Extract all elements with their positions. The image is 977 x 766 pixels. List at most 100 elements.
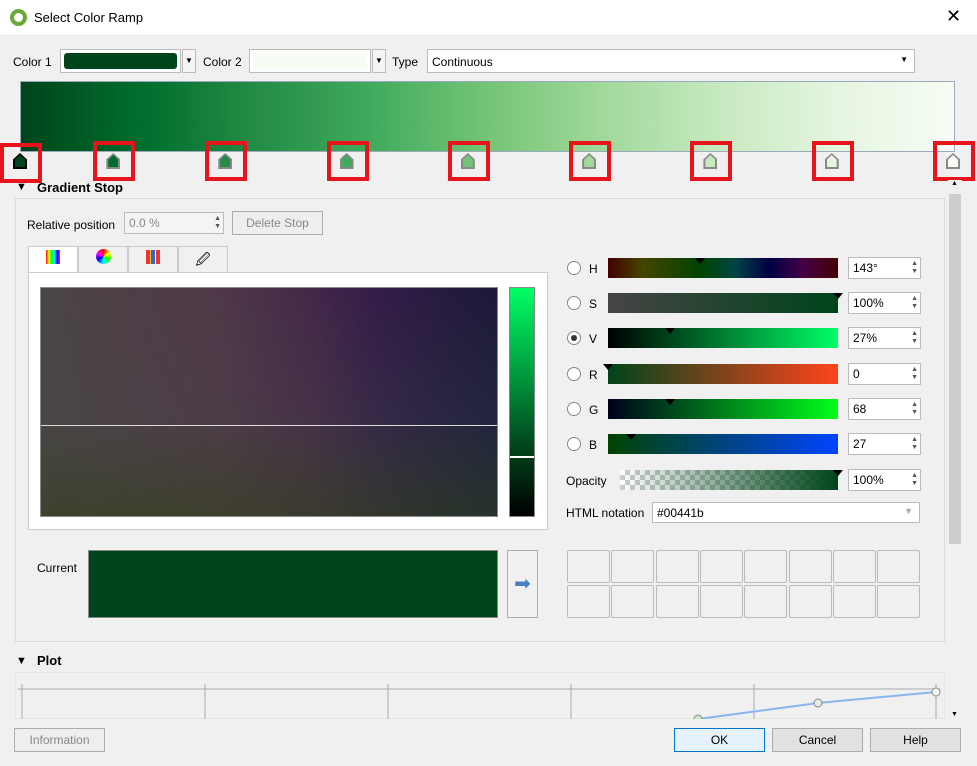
slider-handle[interactable]	[833, 293, 843, 300]
swatch-slot[interactable]	[744, 550, 788, 583]
swatch-slot[interactable]	[832, 584, 876, 618]
swatch-slot[interactable]	[655, 550, 699, 583]
color1-dropdown[interactable]: ▼	[182, 49, 196, 73]
color-area[interactable]	[40, 287, 498, 517]
swatch-slot[interactable]	[655, 584, 699, 618]
channel-g-label: G	[589, 402, 599, 417]
color1-button[interactable]	[60, 49, 181, 73]
channel-v-label: V	[589, 332, 598, 347]
channel-s-input[interactable]: 100% ▲ ▼	[848, 292, 921, 315]
swatch-grid-icon	[146, 250, 160, 264]
swatch-slot[interactable]	[699, 550, 743, 583]
swatch-slot[interactable]	[611, 584, 655, 618]
color2-label: Color 2	[203, 55, 242, 69]
close-icon[interactable]: ✕	[946, 6, 961, 27]
swatch-slot[interactable]	[744, 584, 788, 618]
channel-h-radio[interactable]	[567, 261, 581, 275]
slider-handle[interactable]	[695, 258, 705, 264]
swatch-slot[interactable]	[877, 584, 921, 618]
channel-s-slider[interactable]	[608, 293, 843, 314]
opacity-label: Opacity	[566, 474, 607, 488]
channel-v-slider[interactable]	[608, 328, 838, 349]
channel-b-label: B	[589, 438, 598, 452]
swatch-slot[interactable]	[832, 550, 876, 583]
channel-h-label: H	[589, 262, 598, 276]
scroll-down-icon[interactable]: ▼	[951, 711, 958, 718]
title-bar	[0, 0, 977, 36]
slider-handle[interactable]	[665, 328, 676, 335]
channel-r-input[interactable]: 0 ▲ ▼	[848, 362, 921, 385]
value-slider[interactable]	[509, 287, 535, 517]
plot-point	[813, 698, 823, 708]
collapse-triangle-icon[interactable]: ▼	[16, 181, 27, 193]
plot-point	[693, 714, 703, 719]
channel-b-input[interactable]: 27 ▲ ▼	[848, 433, 921, 455]
tab-color-wheel[interactable]	[78, 246, 128, 272]
add-to-swatches-button[interactable]: ➡	[507, 550, 538, 618]
eyedropper-icon: 🖉	[195, 251, 211, 267]
current-label: Current	[37, 561, 78, 575]
channel-r-radio[interactable]	[567, 366, 581, 381]
scrollbar[interactable]: ▲ ▼	[948, 180, 962, 718]
color2-button[interactable]	[249, 49, 371, 73]
swatch-slot[interactable]	[788, 584, 832, 618]
channel-g-input[interactable]: 68 ▲ ▼	[848, 397, 921, 420]
color1-swatch	[64, 53, 177, 69]
information-button[interactable]: Information	[14, 728, 105, 752]
channel-b-radio[interactable]	[567, 437, 581, 451]
qgis-logo-icon	[10, 9, 27, 26]
channel-b-slider[interactable]	[608, 434, 838, 454]
type-value: Continuous	[432, 55, 493, 69]
swatch-slot[interactable]	[567, 584, 610, 618]
swatch-slot[interactable]	[699, 584, 743, 618]
opacity-slider[interactable]	[620, 470, 843, 490]
channel-g-radio[interactable]	[567, 401, 581, 416]
channel-h-input[interactable]: 143° ▲ ▼	[848, 257, 921, 279]
swatch-slot[interactable]	[567, 550, 610, 583]
tab-color-square[interactable]	[28, 246, 78, 272]
slider-handle[interactable]	[665, 398, 676, 405]
slider-handle[interactable]	[626, 434, 636, 440]
color2-dropdown[interactable]: ▼	[372, 49, 386, 73]
plot-header[interactable]: Plot	[37, 653, 62, 668]
relative-position-label: Relative position	[27, 218, 116, 232]
arrow-right-icon: ➡	[514, 573, 531, 595]
scroll-up-icon[interactable]: ▲	[951, 180, 958, 187]
relative-position-input[interactable]: 0.0 % ▲ ▼	[124, 212, 224, 234]
channel-s-label: S	[589, 297, 598, 312]
ok-button[interactable]: OK	[674, 728, 765, 752]
cancel-button[interactable]: Cancel	[772, 728, 863, 752]
gradient-stop-header[interactable]: Gradient Stop	[37, 180, 123, 195]
tab-swatches[interactable]	[128, 246, 178, 272]
slider-handle[interactable]	[603, 363, 613, 370]
channel-r-slider[interactable]	[603, 363, 838, 384]
channel-r-label: R	[589, 367, 598, 382]
help-button[interactable]: Help	[870, 728, 961, 752]
delete-stop-button[interactable]: Delete Stop	[232, 211, 323, 235]
chevron-down-icon[interactable]: ▼	[904, 506, 913, 516]
current-color-swatch	[88, 550, 498, 618]
collapse-triangle-icon[interactable]: ▼	[16, 655, 27, 667]
swatch-slot[interactable]	[788, 550, 832, 583]
color1-label: Color 1	[13, 55, 52, 69]
channel-h-slider[interactable]	[608, 258, 838, 278]
scrollbar-thumb[interactable]	[949, 194, 961, 544]
plot-point	[931, 687, 941, 697]
color-square-icon	[46, 250, 60, 264]
type-select[interactable]: Continuous ▼	[427, 49, 915, 73]
color-wheel-icon	[95, 249, 111, 264]
html-notation-input[interactable]: #00441b ▼	[652, 502, 920, 523]
swatch-slot[interactable]	[611, 550, 655, 583]
plot-area[interactable]	[15, 672, 945, 719]
swatch-slot[interactable]	[877, 550, 921, 583]
value-slider-handle	[510, 456, 534, 458]
color-area-crosshair	[41, 425, 497, 426]
opacity-input[interactable]: 100% ▲ ▼	[848, 469, 921, 491]
channel-v-input[interactable]: 27% ▲ ▼	[848, 327, 921, 350]
color2-swatch	[253, 53, 367, 69]
channel-g-slider[interactable]	[608, 398, 838, 419]
html-notation-label: HTML notation	[566, 506, 645, 520]
tab-color-picker[interactable]: 🖉	[178, 246, 228, 272]
window-title: Select Color Ramp	[34, 10, 144, 25]
chevron-down-icon: ▼	[900, 55, 908, 64]
